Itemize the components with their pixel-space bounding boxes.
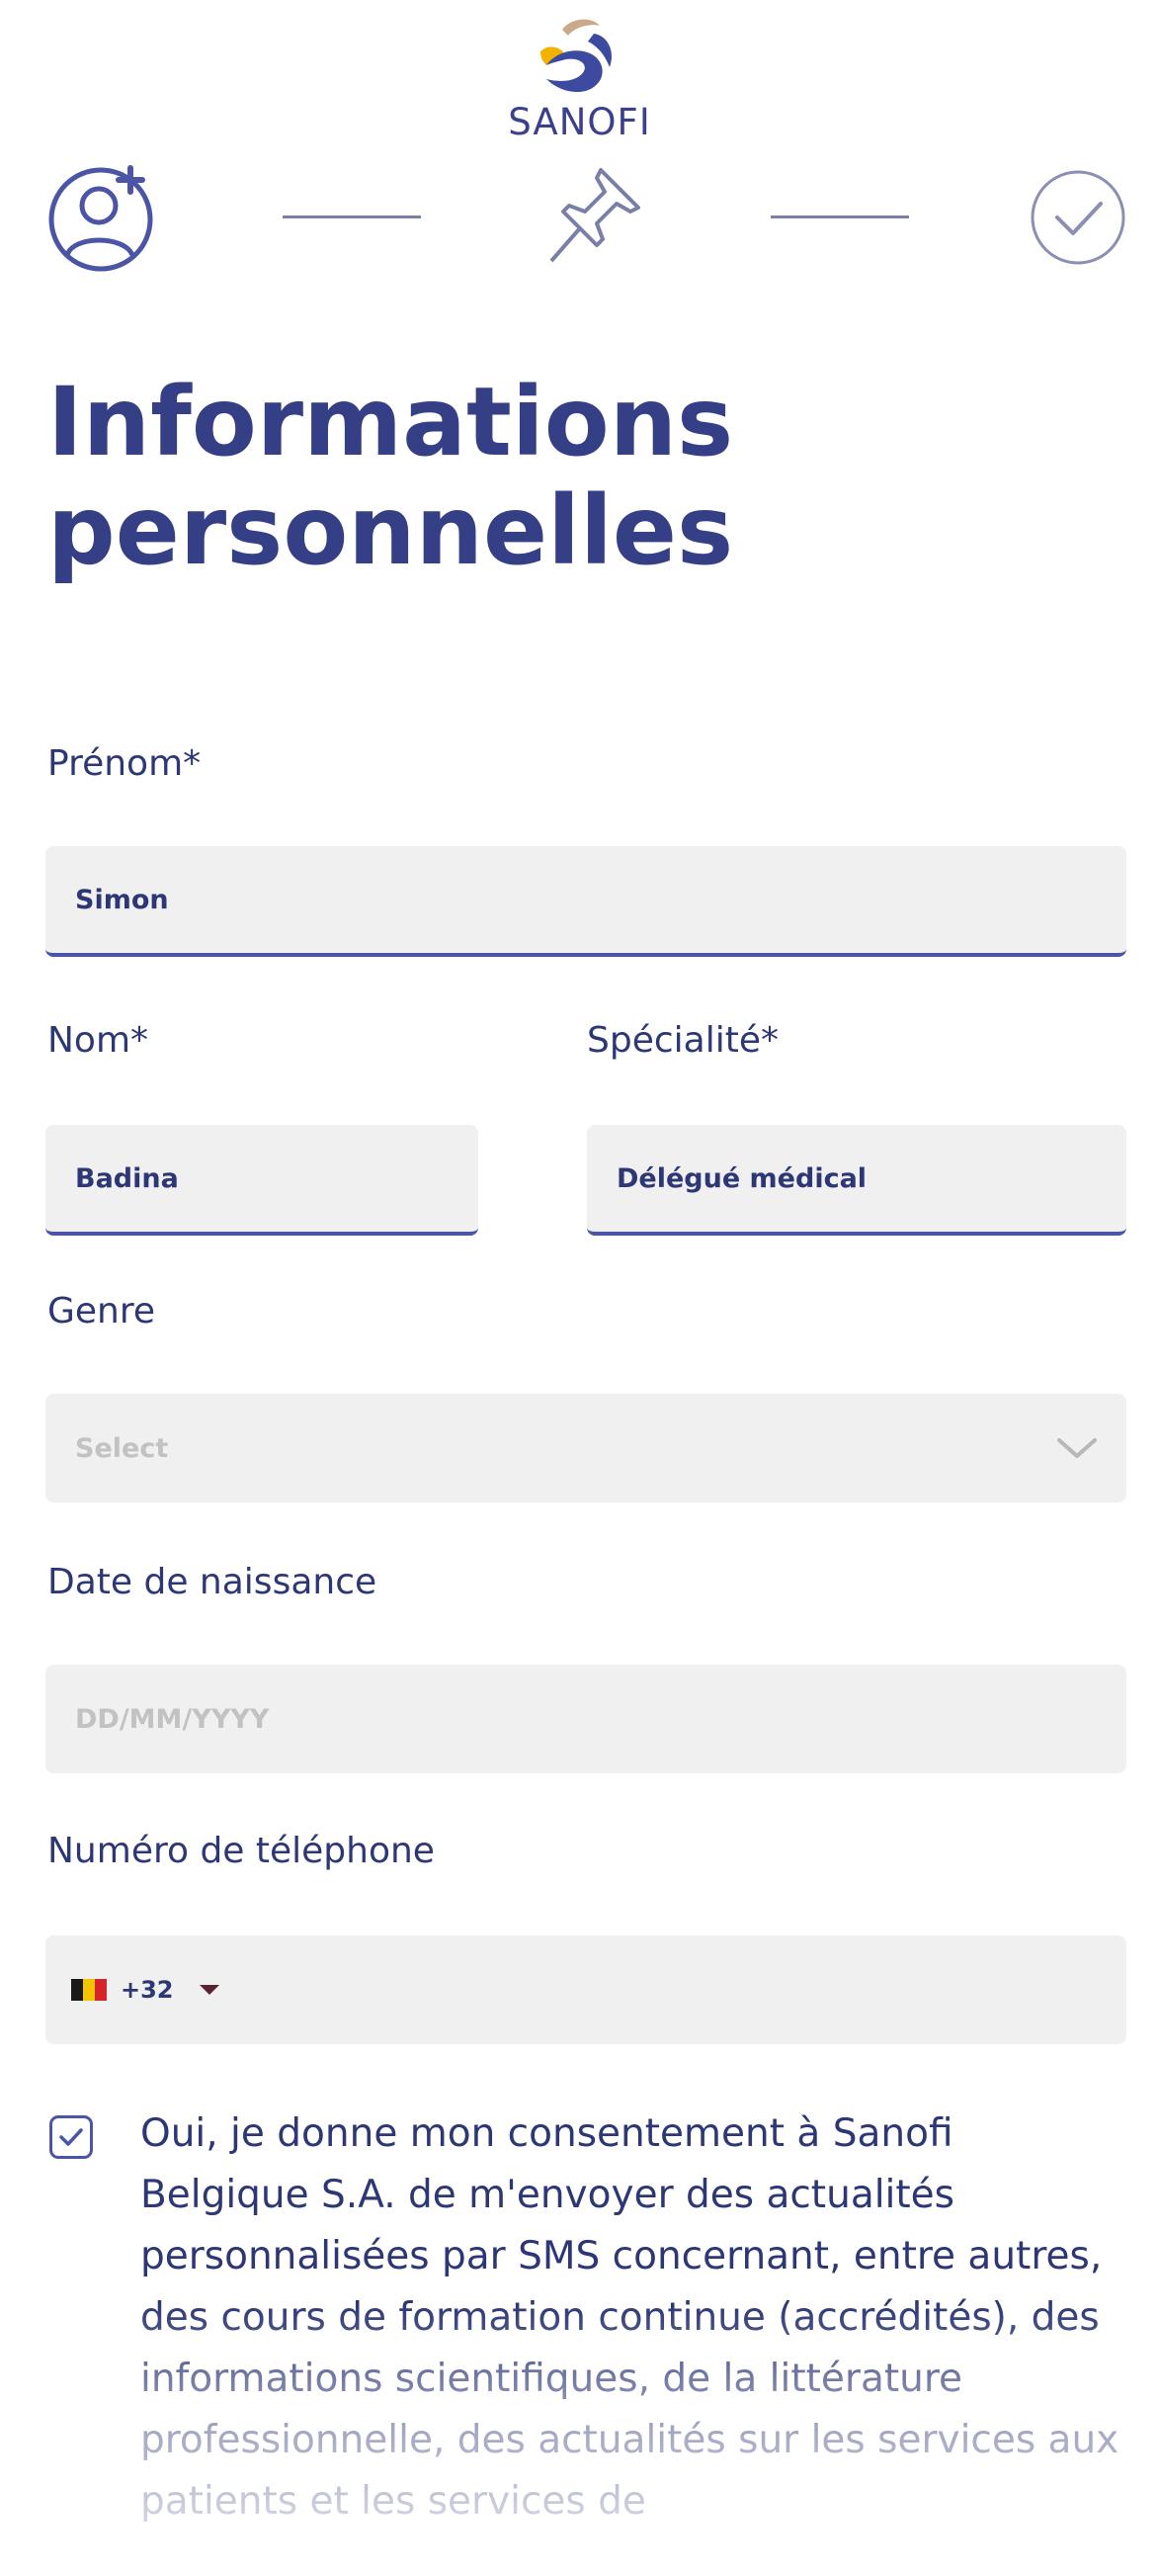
sanofi-logo-icon: [539, 19, 612, 93]
registration-stepper: [0, 158, 1159, 277]
first-name-value: Simon: [75, 884, 169, 915]
phone-input[interactable]: +32: [45, 1935, 1126, 2044]
checkmark-icon: [59, 2128, 83, 2146]
birth-date-placeholder: DD/MM/YYYY: [75, 1703, 270, 1735]
user-add-icon: [48, 165, 153, 272]
specialty-value: Délégué médical: [617, 1162, 868, 1194]
page-title-line1: Informations: [47, 367, 734, 477]
chevron-down-icon: [1057, 1438, 1097, 1458]
page-title: Informations personnelles: [47, 368, 1115, 585]
pin-icon: [549, 168, 640, 263]
phone-label: Numéro de téléphone: [47, 1831, 435, 1871]
specialty-input[interactable]: Délégué médical: [587, 1125, 1126, 1236]
country-code-selector[interactable]: +32: [71, 1976, 219, 2004]
sms-consent-text: Oui, je donne mon consentement à Sanofi …: [140, 2111, 1119, 2524]
last-name-input[interactable]: Badina: [45, 1125, 478, 1236]
caret-down-icon: [199, 1985, 219, 1995]
gender-placeholder: Select: [75, 1432, 169, 1464]
birth-date-input[interactable]: DD/MM/YYYY: [45, 1665, 1126, 1773]
sanofi-logo: SANOFI: [0, 8, 1159, 143]
birth-date-label: Date de naissance: [47, 1562, 377, 1602]
first-name-label: Prénom*: [47, 743, 202, 784]
last-name-label: Nom*: [47, 1020, 149, 1061]
stepper-divider-2: [771, 215, 909, 218]
gender-select[interactable]: Select: [45, 1394, 1126, 1503]
sanofi-wordmark: SANOFI: [508, 101, 651, 143]
dial-code: +32: [121, 1976, 174, 2004]
belgium-flag-icon: [71, 1979, 107, 2001]
check-circle-icon: [1031, 170, 1125, 265]
specialty-label: Spécialité*: [587, 1020, 779, 1061]
sms-consent-checkbox[interactable]: [49, 2115, 93, 2159]
page-title-line2: personnelles: [47, 475, 734, 586]
stepper-divider-1: [283, 215, 421, 218]
gender-label: Genre: [47, 1291, 156, 1331]
last-name-value: Badina: [75, 1162, 179, 1194]
first-name-input[interactable]: Simon: [45, 846, 1126, 957]
